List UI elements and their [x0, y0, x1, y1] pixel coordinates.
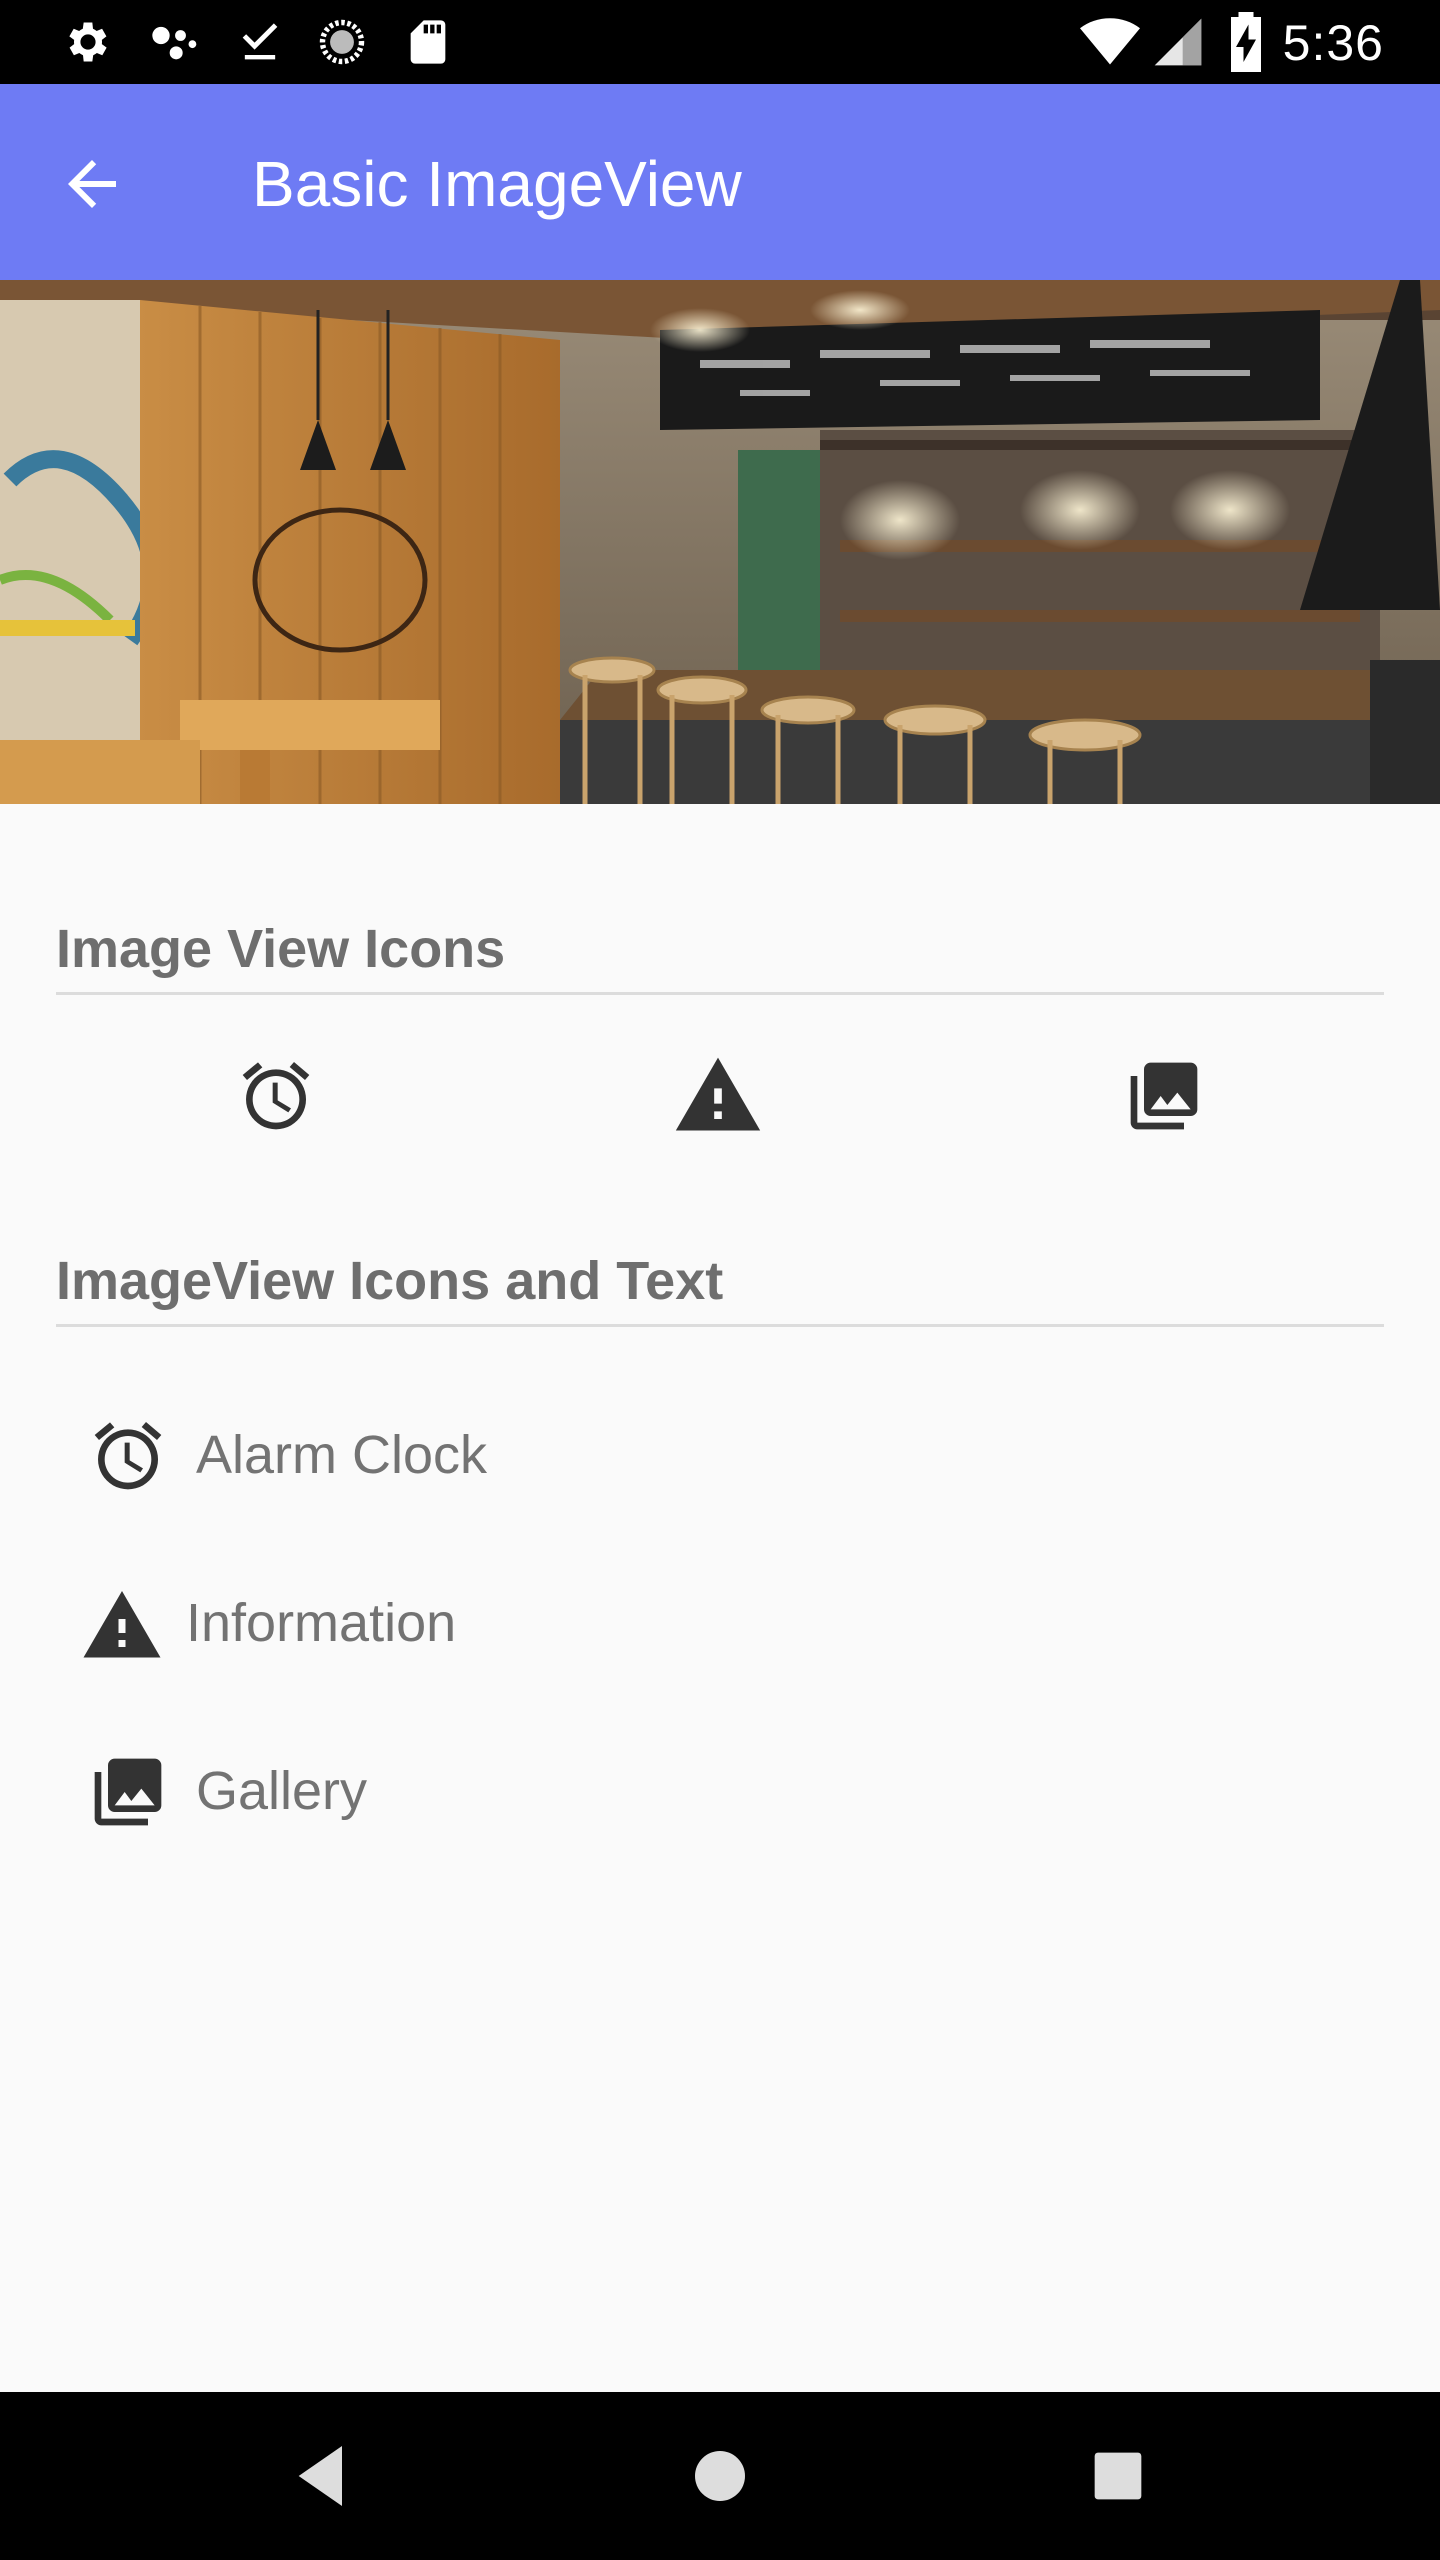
- wifi-icon: [1080, 18, 1140, 65]
- divider: [56, 992, 1384, 995]
- recents-nav-icon[interactable]: [1078, 2436, 1158, 2516]
- page-title: Basic ImageView: [252, 148, 742, 220]
- home-nav-icon[interactable]: [680, 2436, 760, 2516]
- list-item-label: Gallery: [196, 1761, 368, 1821]
- warning-icon: [83, 1591, 161, 1658]
- sync-icon: [319, 19, 365, 65]
- download-done-icon: [242, 23, 278, 60]
- list-item-information[interactable]: Information: [80, 1574, 1080, 1674]
- app-bar: Basic ImageView: [0, 84, 1440, 280]
- gallery-icon[interactable]: [1124, 1056, 1204, 1136]
- gallery-icon: [94, 1758, 162, 1826]
- sd-card-icon: [410, 20, 446, 64]
- list-item-alarm-clock[interactable]: Alarm Clock: [80, 1406, 1080, 1506]
- coffee-shop-photo: [0, 280, 1440, 804]
- arrow-back-icon[interactable]: [56, 148, 128, 220]
- back-nav-icon[interactable]: [282, 2436, 362, 2516]
- list-item-label: Alarm Clock: [196, 1425, 488, 1485]
- list-item-gallery[interactable]: Gallery: [80, 1742, 1080, 1842]
- section-heading-icons-and-text: ImageView Icons and Text: [56, 1251, 724, 1311]
- cell-signal-icon: [1154, 18, 1202, 66]
- alarm-icon: [94, 1422, 162, 1490]
- section-heading-image-view-icons: Image View Icons: [56, 919, 506, 979]
- status-bar: 5:36: [0, 0, 1440, 84]
- divider: [56, 1324, 1384, 1327]
- assistant-icon: [152, 26, 197, 60]
- settings-icon: [69, 22, 107, 62]
- battery-charging-icon: [1231, 12, 1261, 72]
- warning-icon[interactable]: [672, 1050, 764, 1142]
- status-time: 5:36: [1282, 15, 1384, 71]
- alarm-icon[interactable]: [236, 1056, 316, 1136]
- hero-image: [0, 280, 1440, 804]
- list-item-label: Information: [186, 1593, 457, 1653]
- navigation-bar: [0, 2392, 1440, 2560]
